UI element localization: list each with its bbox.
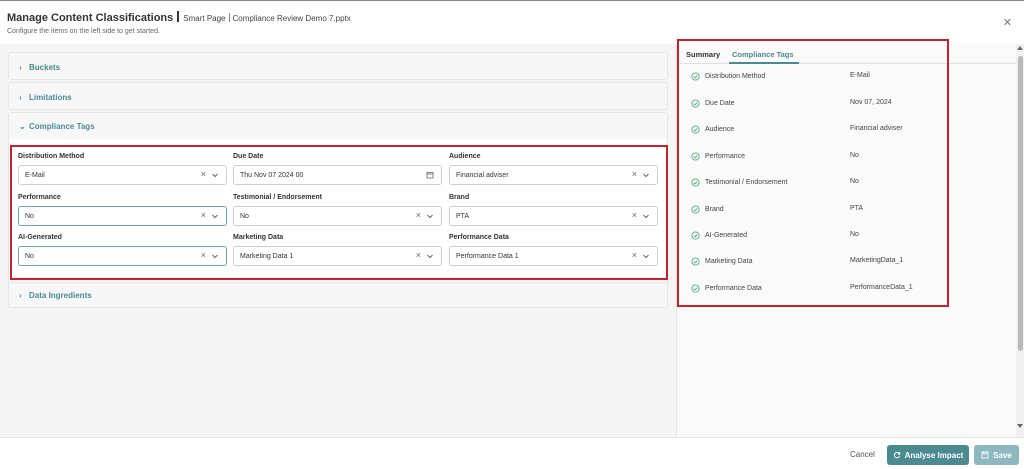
chevron-down-icon[interactable]	[642, 212, 650, 220]
label-distribution-method: Distribution Method	[18, 153, 85, 160]
analyse-impact-button[interactable]: Analyse Impact	[887, 445, 969, 465]
audience-select[interactable]: Financial adviser ×	[449, 165, 658, 185]
cancel-button[interactable]: Cancel	[850, 450, 875, 459]
audience-value: Financial adviser	[456, 172, 509, 179]
label-brand: Brand	[449, 194, 470, 201]
clear-icon[interactable]: ×	[201, 251, 206, 260]
distribution-method-value: E-Mail	[25, 172, 45, 179]
label-marketing-data: Marketing Data	[233, 234, 284, 241]
ai-generated-select[interactable]: No ×	[18, 246, 227, 266]
section-compliance-tags-label: Compliance Tags	[29, 122, 95, 131]
clear-icon[interactable]: ×	[416, 211, 421, 220]
label-audience: Audience	[449, 153, 481, 160]
section-limitations-label: Limitations	[29, 93, 72, 102]
chevron-right-icon: ›	[19, 291, 22, 300]
testimonial-value: No	[240, 213, 249, 220]
close-icon[interactable]: ✕	[1003, 18, 1012, 29]
save-icon	[981, 451, 989, 459]
performance-select[interactable]: No ×	[18, 206, 227, 226]
brand-select[interactable]: PTA ×	[449, 206, 658, 226]
performance-value: No	[25, 213, 34, 220]
page-subtitle: Configure the items on the left side to …	[7, 28, 160, 35]
breadcrumb-smart-page: Smart Page	[183, 14, 226, 23]
brand-value: PTA	[456, 213, 470, 220]
due-date-value: Thu Nov 07 2024 00	[240, 172, 304, 179]
analyse-impact-label: Analyse Impact	[904, 450, 964, 460]
chevron-down-icon[interactable]	[211, 171, 219, 179]
chevron-down-icon: ⌄	[19, 122, 26, 131]
label-due-date: Due Date	[233, 153, 264, 160]
ai-generated-value: No	[25, 253, 34, 260]
marketing-data-select[interactable]: Marketing Data 1 ×	[233, 246, 442, 266]
clear-icon[interactable]: ×	[632, 251, 637, 260]
clear-icon[interactable]: ×	[416, 251, 421, 260]
calendar-icon[interactable]	[426, 171, 434, 179]
save-button[interactable]: Save	[974, 445, 1019, 465]
label-ai-generated: AI-Generated	[18, 234, 62, 241]
testimonial-select[interactable]: No ×	[233, 206, 442, 226]
clear-icon[interactable]: ×	[201, 170, 206, 179]
refresh-icon	[893, 451, 900, 459]
chevron-down-icon[interactable]	[426, 252, 434, 260]
breadcrumb-file: Compliance Review Demo 7.pptx	[232, 14, 351, 23]
section-limitations[interactable]: › Limitations	[8, 82, 668, 110]
chevron-right-icon: ›	[19, 63, 22, 72]
section-compliance-tags-header[interactable]: ⌄ Compliance Tags	[19, 122, 95, 131]
page-title: Manage Content Classifications	[7, 12, 174, 24]
scrollbar[interactable]	[1016, 44, 1024, 437]
highlight-box-summary	[677, 39, 949, 307]
section-data-ingredients-label: Data Ingredients	[29, 291, 92, 300]
due-date-input[interactable]: Thu Nov 07 2024 00	[233, 165, 442, 185]
scroll-up-icon[interactable]	[1017, 46, 1023, 50]
chevron-down-icon[interactable]	[211, 252, 219, 260]
chevron-down-icon[interactable]	[211, 212, 219, 220]
dialog-footer: Cancel Analyse Impact Save	[0, 437, 1024, 469]
label-performance: Performance	[18, 194, 61, 201]
clear-icon[interactable]: ×	[632, 170, 637, 179]
clear-icon[interactable]: ×	[632, 211, 637, 220]
scroll-down-icon[interactable]	[1017, 424, 1023, 428]
section-limitations-header[interactable]: › Limitations	[19, 93, 72, 102]
scrollbar-thumb[interactable]	[1018, 56, 1023, 351]
title-separator	[177, 11, 180, 22]
save-label: Save	[993, 450, 1012, 460]
section-buckets-header[interactable]: › Buckets	[19, 63, 60, 72]
section-buckets-label: Buckets	[29, 63, 61, 72]
chevron-right-icon: ›	[19, 93, 22, 102]
title-row: Manage Content Classifications Smart Pag…	[7, 10, 351, 24]
section-data-ingredients[interactable]: › Data Ingredients	[8, 282, 668, 308]
chevron-down-icon[interactable]	[642, 252, 650, 260]
chevron-down-icon[interactable]	[642, 171, 650, 179]
marketing-data-value: Marketing Data 1	[240, 253, 294, 260]
performance-data-select[interactable]: Performance Data 1 ×	[449, 246, 658, 266]
label-performance-data: Performance Data	[449, 234, 509, 241]
section-buckets[interactable]: › Buckets	[8, 52, 668, 80]
breadcrumb-separator	[228, 13, 230, 22]
section-data-ingredients-header[interactable]: › Data Ingredients	[19, 291, 92, 300]
label-testimonial: Testimonial / Endorsement	[233, 194, 322, 201]
dialog-header: Manage Content Classifications Smart Pag…	[0, 0, 1024, 44]
clear-icon[interactable]: ×	[201, 211, 206, 220]
performance-data-value: Performance Data 1	[456, 253, 519, 260]
chevron-down-icon[interactable]	[426, 212, 434, 220]
distribution-method-select[interactable]: E-Mail ×	[18, 165, 227, 185]
